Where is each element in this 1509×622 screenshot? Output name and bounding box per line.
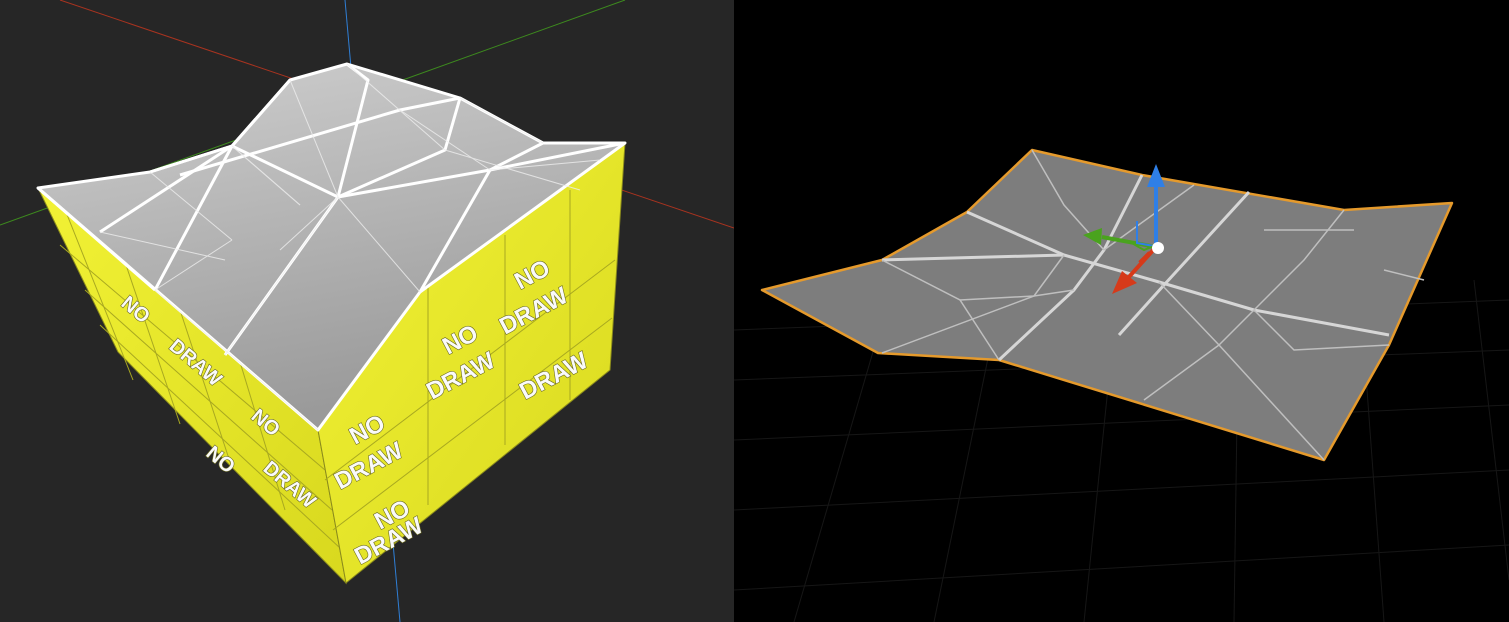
displacement-surface-selected[interactable] bbox=[760, 148, 1454, 462]
viewport-left[interactable]: NO DRAW NO DRAW NO DRAW bbox=[0, 0, 734, 622]
editor-viewports: NO DRAW NO DRAW NO DRAW bbox=[0, 0, 1509, 622]
viewport-right-canvas[interactable] bbox=[734, 0, 1509, 622]
viewport-left-canvas[interactable]: NO DRAW NO DRAW NO DRAW bbox=[0, 0, 734, 622]
viewport-right[interactable] bbox=[734, 0, 1509, 622]
gizmo-center-handle[interactable] bbox=[1152, 242, 1164, 254]
